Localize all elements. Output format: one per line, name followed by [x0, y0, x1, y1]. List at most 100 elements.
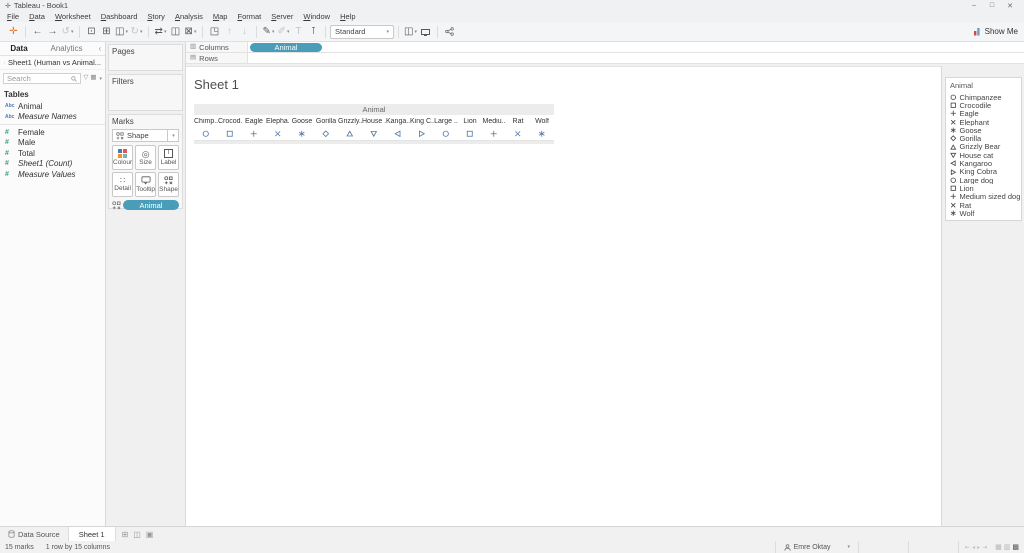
field-male[interactable]: #Male	[0, 138, 105, 149]
presentation-mode-icon[interactable]	[418, 24, 433, 40]
new-worksheet-icon[interactable]: ◫▾	[114, 24, 129, 40]
filmstrip-view-icon[interactable]: ▩	[1012, 543, 1019, 551]
save-icon[interactable]: ⊡	[84, 24, 99, 40]
menu-map[interactable]: Map	[208, 12, 233, 21]
legend-item[interactable]: Medium sized dog	[946, 193, 1021, 201]
legend-item[interactable]: Chimpanzee	[946, 93, 1021, 101]
mark-square[interactable]	[218, 127, 242, 140]
mark-plus[interactable]	[482, 127, 506, 140]
legend-item[interactable]: Crocodile	[946, 101, 1021, 109]
column-header[interactable]: Eagle	[242, 118, 266, 127]
menu-format[interactable]: Format	[232, 12, 266, 21]
tile-view-icon[interactable]: ▥	[1004, 543, 1011, 551]
mark-triangle-up[interactable]	[338, 127, 362, 140]
pin-icon[interactable]: ⊺	[306, 24, 321, 40]
view-options-icon[interactable]: ▦	[90, 75, 96, 82]
marks-button-colour[interactable]: Colour	[112, 145, 133, 170]
new-story-tab-icon[interactable]: ▣	[146, 530, 154, 539]
minimize-button[interactable]: –	[965, 2, 983, 10]
data-source-item[interactable]: Sheet1 (Human vs Animal...	[0, 56, 105, 70]
redo-icon[interactable]: →	[45, 24, 60, 40]
collapse-pane-icon[interactable]: ‹	[95, 44, 105, 53]
new-worksheet-tab-icon[interactable]: ⊞	[122, 530, 129, 539]
mark-triangle-left[interactable]	[386, 127, 410, 140]
column-header[interactable]: Lion	[458, 118, 482, 127]
tab-analytics[interactable]: Analytics	[38, 44, 95, 53]
view-options-caret-icon[interactable]: ▾	[99, 76, 102, 82]
mark-asterisk[interactable]	[530, 127, 554, 140]
tableau-logo-icon[interactable]: ✛	[6, 24, 21, 40]
close-button[interactable]: ✕	[1001, 2, 1019, 10]
field-measure-values[interactable]: #Measure Values	[0, 169, 105, 180]
column-header[interactable]: Large ..	[434, 118, 458, 127]
menu-file[interactable]: File	[2, 12, 24, 21]
field-female[interactable]: #Female	[0, 127, 105, 138]
menu-worksheet[interactable]: Worksheet	[50, 12, 96, 21]
filters-shelf[interactable]: Filters	[108, 74, 183, 111]
legend-item[interactable]: King Cobra	[946, 168, 1021, 176]
marks-button-tooltip[interactable]: Tooltip	[135, 172, 156, 197]
swap-rows-columns-icon[interactable]: ⇄▾	[153, 24, 168, 40]
legend-item[interactable]: Lion	[946, 184, 1021, 192]
clear-sheet-icon[interactable]: ⊠▾	[183, 24, 198, 40]
share-icon[interactable]	[442, 24, 457, 40]
maximize-button[interactable]: □	[983, 2, 1001, 10]
column-header[interactable]: King C..	[410, 118, 434, 127]
tab-data[interactable]: Data	[0, 44, 38, 53]
next-page-icon[interactable]: ▸	[977, 544, 980, 551]
mark-triangle-right[interactable]	[410, 127, 434, 140]
tab-sheet-1[interactable]: Sheet 1	[69, 527, 116, 541]
field-measure-names[interactable]: AbcMeasure Names	[0, 112, 105, 123]
duplicate-sheet-icon[interactable]: ◫	[168, 24, 183, 40]
column-header[interactable]: Rat	[506, 118, 530, 127]
pages-shelf[interactable]: Pages	[108, 44, 183, 71]
columns-pill-animal[interactable]: Animal	[250, 43, 322, 52]
mark-asterisk[interactable]	[290, 127, 314, 140]
menu-data[interactable]: Data	[24, 12, 50, 21]
show-me-button[interactable]: Show Me	[973, 27, 1018, 36]
column-header[interactable]: Mediu..	[482, 118, 506, 127]
menu-window[interactable]: Window	[298, 12, 335, 21]
mark-x[interactable]	[266, 127, 290, 140]
marks-pill-animal[interactable]: Animal	[123, 200, 179, 210]
menu-help[interactable]: Help	[335, 12, 360, 21]
mark-type-dropdown[interactable]: Shape	[112, 129, 168, 142]
legend-item[interactable]: House cat	[946, 151, 1021, 159]
column-header[interactable]: Gorilla	[314, 118, 338, 127]
column-header[interactable]: House ..	[362, 118, 386, 127]
first-page-icon[interactable]: ⇤	[965, 544, 970, 551]
column-header[interactable]: Crocod..	[218, 118, 242, 127]
normal-view-icon[interactable]: ▦	[995, 543, 1002, 551]
field-sheet1-count-[interactable]: #Sheet1 (Count)	[0, 159, 105, 170]
column-header[interactable]: Grizzly..	[338, 118, 362, 127]
legend-item[interactable]: Kangaroo	[946, 159, 1021, 167]
previous-page-icon[interactable]: ◂	[972, 544, 975, 551]
menu-dashboard[interactable]: Dashboard	[96, 12, 143, 21]
fit-mode-select[interactable]: Standard▾	[330, 25, 394, 39]
legend-item[interactable]: Eagle	[946, 110, 1021, 118]
highlight-icon[interactable]: ◳	[207, 24, 222, 40]
marks-button-label[interactable]: TLabel	[158, 145, 179, 170]
field-animal[interactable]: AbcAnimal	[0, 101, 105, 112]
marks-button-detail[interactable]: ∷Detail	[112, 172, 133, 197]
marks-button-size[interactable]: ◎Size	[135, 145, 156, 170]
mark-plus[interactable]	[242, 127, 266, 140]
tab-data-source[interactable]: Data Source	[0, 527, 69, 541]
legend-item[interactable]: Large dog	[946, 176, 1021, 184]
column-header[interactable]: Goose	[290, 118, 314, 127]
legend-item[interactable]: Wolf	[946, 209, 1021, 217]
mark-triangle-down[interactable]	[362, 127, 386, 140]
mark-square[interactable]	[458, 127, 482, 140]
legend-item[interactable]: Gorilla	[946, 134, 1021, 142]
field-total[interactable]: #Total	[0, 148, 105, 159]
column-header[interactable]: Elepha..	[266, 118, 290, 127]
new-data-source-icon[interactable]: ⊞	[99, 24, 114, 40]
legend-item[interactable]: Goose	[946, 126, 1021, 134]
user-menu[interactable]: Emre Oktay ▾	[775, 541, 859, 553]
menu-story[interactable]: Story	[142, 12, 170, 21]
mark-x[interactable]	[506, 127, 530, 140]
marks-button-shape[interactable]: Shape	[158, 172, 179, 197]
shape-legend[interactable]: Animal ChimpanzeeCrocodileEagleElephantG…	[945, 77, 1022, 221]
column-header[interactable]: Chimp..	[194, 118, 218, 127]
mark-circle[interactable]	[434, 127, 458, 140]
